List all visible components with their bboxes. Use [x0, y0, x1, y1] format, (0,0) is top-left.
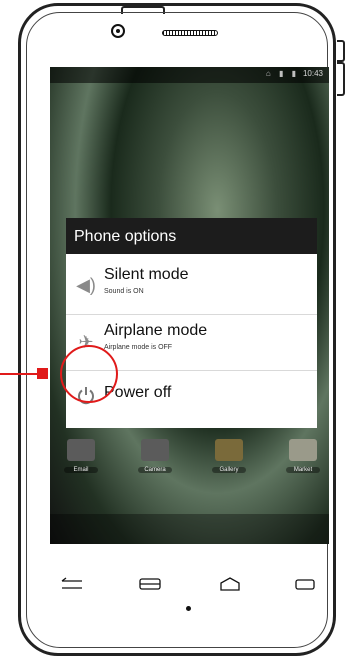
dock-gallery-label: Gallery — [212, 467, 246, 473]
dock-camera-label: Camera — [138, 467, 172, 473]
home-indicator-dot — [186, 606, 191, 611]
silent-mode-option[interactable]: ◀︎) Silent mode Sound is ON — [66, 256, 317, 312]
front-camera-icon — [111, 24, 125, 38]
dock-camera[interactable]: Camera — [138, 439, 172, 475]
dock-email[interactable]: Email — [64, 439, 98, 475]
airplane-mode-status: Airplane mode is OFF — [104, 344, 173, 351]
launcher-strip — [50, 514, 329, 544]
dock-market-label: Market — [286, 467, 320, 473]
status-time: 10:43 — [302, 69, 323, 78]
volume-button[interactable] — [337, 40, 345, 62]
speaker-icon: ◀︎) — [76, 275, 96, 295]
dock-gallery[interactable]: Gallery — [212, 439, 246, 475]
earpiece-speaker — [162, 30, 218, 36]
silent-mode-status: Sound is ON — [104, 288, 144, 295]
menu-key-icon[interactable] — [138, 577, 161, 591]
gallery-icon — [215, 439, 243, 461]
status-bar: ⌂ ▮ ▮ 10:43 — [50, 67, 329, 83]
search-key-icon[interactable] — [294, 577, 316, 591]
back-key-icon[interactable] — [60, 577, 82, 591]
power-side-button[interactable] — [337, 62, 345, 96]
silent-mode-label: Silent mode — [104, 266, 189, 283]
callout-line — [0, 373, 37, 375]
dock-market[interactable]: Market — [286, 439, 320, 475]
camera-icon — [141, 439, 169, 461]
callout-circle — [60, 345, 118, 403]
email-icon — [67, 439, 95, 461]
phone-screen: ⌂ ▮ ▮ 10:43 Phone options ◀︎) Silent mod… — [50, 67, 329, 544]
dock-email-label: Email — [64, 467, 98, 473]
home-key-icon[interactable] — [218, 577, 240, 591]
divider — [66, 314, 317, 315]
market-icon — [289, 439, 317, 461]
home-dock: Email Camera Gallery Market — [60, 439, 320, 479]
dialog-title: Phone options — [66, 218, 317, 254]
status-icons: ⌂ ▮ ▮ — [265, 69, 299, 78]
airplane-mode-label: Airplane mode — [104, 322, 208, 339]
callout-marker — [37, 368, 48, 379]
